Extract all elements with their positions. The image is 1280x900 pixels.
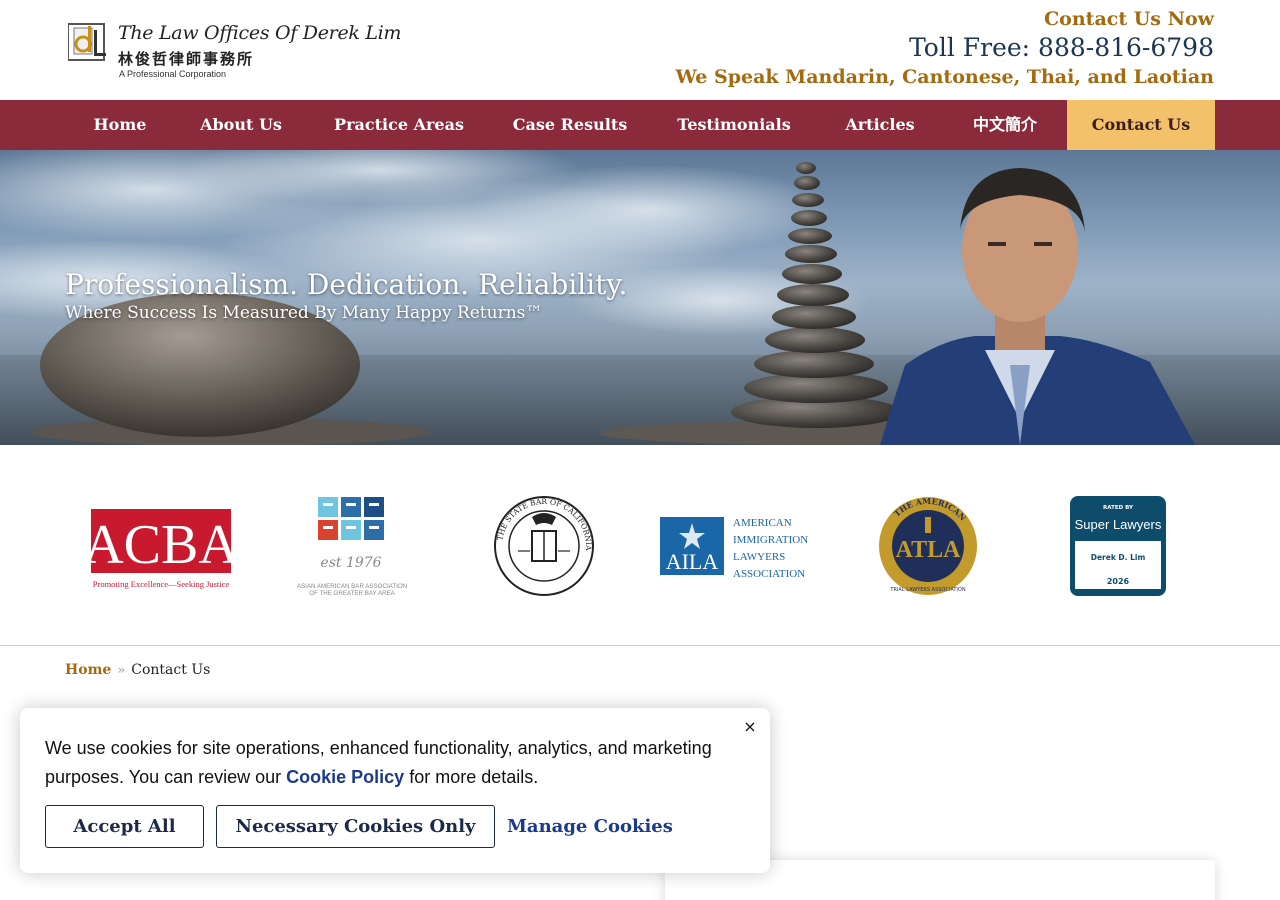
affiliations-band: ACBA Promoting Excellence—Seeking Justic… (0, 445, 1280, 646)
aaba-logo-est: est 1976 (320, 555, 381, 571)
acba-logo-icon: ACBA Promoting Excellence—Seeking Justic… (85, 509, 237, 589)
atla-seal-bottom-text: TRIAL LAWYERS ASSOCIATION (889, 587, 965, 593)
atla-seal-abbr: ATLA (896, 537, 962, 563)
aaba-logo[interactable]: est 1976 ASIAN AMERICAN BAR ASSOCIATION … (285, 495, 419, 597)
atla-logo[interactable]: THE AMERICAN ATLA TRIAL LAWYERS ASSOCIAT… (877, 495, 979, 597)
aila-logo-line1: AMERICAN (733, 517, 792, 529)
super-lawyers-lawyer-name: Derek D. Lim (1091, 553, 1146, 562)
hero-banner: Professionalism. Dedication. Reliability… (0, 150, 1280, 445)
cookie-consent-banner: × We use cookies for site operations, en… (20, 708, 770, 873)
aaba-logo-name-line1: ASIAN AMERICAN BAR ASSOCIATION (297, 583, 407, 590)
nav-item-case-results[interactable]: Case Results (496, 100, 644, 150)
super-lawyers-year: 2026 (1107, 577, 1130, 586)
super-lawyers-badge[interactable]: RATED BY Super Lawyers Derek D. Lim 2026 (1069, 495, 1167, 597)
main-nav: Home About Us Practice Areas Case Result… (0, 100, 1280, 150)
firm-name-chinese: 林俊哲律師事務所 (118, 50, 255, 68)
aaba-logo-icon: est 1976 ASIAN AMERICAN BAR ASSOCIATION … (297, 497, 407, 597)
nav-item-chinese-intro[interactable]: 中文簡介 (950, 100, 1060, 150)
nav-item-articles[interactable]: Articles (826, 100, 934, 150)
acba-logo-tagline: Promoting Excellence—Seeking Justice (93, 579, 230, 589)
nav-item-about-us[interactable]: About Us (180, 100, 302, 150)
dl-monogram-icon (68, 23, 106, 61)
manage-cookies-link[interactable]: Manage Cookies (507, 805, 673, 848)
aila-logo-icon: AILA AMERICAN IMMIGRATION LAWYERS ASSOCI… (660, 517, 808, 579)
site-header: The Law Offices Of Derek Lim 林俊哲律師事務所 A … (0, 0, 1280, 100)
firm-name: The Law Offices Of Derek Lim (118, 22, 402, 44)
breadcrumb: Home » Contact Us (65, 662, 210, 678)
hero-subtitle: Where Success Is Measured By Many Happy … (65, 303, 543, 323)
cookie-message: We use cookies for site operations, enha… (45, 734, 735, 792)
nav-item-home[interactable]: Home (65, 100, 175, 150)
aila-logo-line3: LAWYERS (733, 551, 785, 563)
nav-item-testimonials[interactable]: Testimonials (656, 100, 812, 150)
breadcrumb-home-link[interactable]: Home (65, 662, 111, 678)
super-lawyers-rated: RATED BY (1103, 505, 1134, 511)
super-lawyers-badge-icon: RATED BY Super Lawyers Derek D. Lim 2026 (1070, 496, 1166, 596)
atla-seal-icon: THE AMERICAN ATLA TRIAL LAWYERS ASSOCIAT… (879, 496, 977, 595)
acba-logo[interactable]: ACBA Promoting Excellence—Seeking Justic… (85, 495, 237, 597)
close-icon[interactable]: × (742, 718, 758, 736)
aaba-logo-name-line2: OF THE GREATER BAY AREA (309, 590, 395, 597)
languages-spoken: We Speak Mandarin, Cantonese, Thai, and … (675, 66, 1214, 88)
cookie-policy-link[interactable]: Cookie Policy (286, 767, 404, 787)
nav-item-practice-areas[interactable]: Practice Areas (312, 100, 486, 150)
contact-us-now-link[interactable]: Contact Us Now (1044, 8, 1214, 30)
aila-logo-line4: ASSOCIATION (733, 568, 805, 579)
accept-all-button[interactable]: Accept All (45, 805, 204, 848)
firm-designation: A Professional Corporation (119, 69, 227, 79)
firm-logo[interactable]: The Law Offices Of Derek Lim 林俊哲律師事務所 A … (66, 18, 401, 84)
breadcrumb-separator-icon: » (117, 663, 126, 678)
aila-logo-abbr: AILA (666, 549, 719, 574)
state-bar-of-california-seal[interactable]: THE STATE BAR OF CALIFORNIA (492, 495, 596, 597)
aila-logo[interactable]: AILA AMERICAN IMMIGRATION LAWYERS ASSOCI… (659, 495, 813, 597)
cookie-message-text-end: for more details. (404, 767, 539, 787)
aila-logo-line2: IMMIGRATION (733, 534, 808, 546)
nav-item-contact-us[interactable]: Contact Us (1067, 100, 1215, 150)
breadcrumb-current: Contact Us (131, 662, 211, 678)
super-lawyers-brand: Super Lawyers (1075, 517, 1162, 532)
acba-logo-title: ACBA (85, 514, 237, 576)
necessary-cookies-only-button[interactable]: Necessary Cookies Only (216, 805, 495, 848)
hero-title: Professionalism. Dedication. Reliability… (65, 268, 628, 301)
toll-free-phone-link[interactable]: Toll Free: 888-816-6798 (909, 33, 1214, 62)
state-bar-seal-icon: THE STATE BAR OF CALIFORNIA (494, 496, 594, 596)
